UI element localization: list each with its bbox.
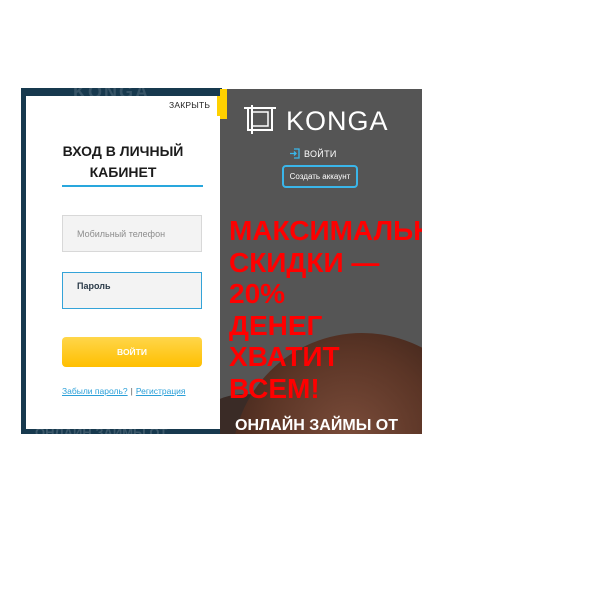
headline-line-2: СКИДКИ — (229, 246, 380, 278)
auth-links: Забыли пароль? | Регистрация (62, 386, 186, 396)
login-title: ВХОД В ЛИЧНЫЙ КАБИНЕТ (26, 141, 220, 183)
promo-headline: МАКСИМАЛЬН СКИДКИ — 20% ДЕНЕГ ХВАТИТ ВСЕ… (229, 215, 422, 404)
square-frame-icon (244, 105, 276, 134)
promo-panel: KONGA ВОЙТИ Создать аккаунт МАКСИМАЛЬН С… (220, 89, 422, 434)
forgot-password-link[interactable]: Забыли пароль? (62, 386, 128, 396)
login-modal-backdrop: KONGA ОНЛАЙН ЗАЙМЫ ОТ ЗАКРЫТЬ ВХОД В ЛИЧ… (21, 88, 222, 434)
phone-input[interactable]: Мобильный телефон (62, 215, 202, 252)
header-login-link[interactable]: ВОЙТИ (289, 148, 337, 159)
create-account-button[interactable]: Создать аккаунт (282, 165, 358, 188)
close-button[interactable]: ЗАКРЫТЬ (169, 100, 210, 110)
logo-text: KONGA (286, 106, 389, 136)
header-login-label: ВОЙТИ (304, 149, 337, 159)
promo-subheadline: ОНЛАЙН ЗАЙМЫ ОТ (235, 417, 399, 434)
promo-accent-bar (220, 89, 227, 119)
headline-line-1: МАКСИМАЛЬН (229, 215, 422, 246)
password-placeholder: Пароль (77, 281, 111, 291)
login-submit-button[interactable]: ВОЙТИ (62, 337, 202, 367)
headline-line-5: ХВАТИТ (229, 341, 340, 372)
headline-line-4: ДЕНЕГ (229, 309, 323, 341)
link-separator: | (130, 386, 133, 396)
password-input[interactable]: Пароль (62, 272, 202, 309)
konga-logo[interactable]: KONGA (243, 105, 422, 136)
headline-line-6: ВСЕМ! (229, 372, 320, 404)
login-title-line2: КАБИНЕТ (89, 164, 157, 180)
login-title-line1: ВХОД В ЛИЧНЫЙ (62, 143, 184, 159)
registration-link[interactable]: Регистрация (136, 386, 186, 396)
login-card: ЗАКРЫТЬ ВХОД В ЛИЧНЫЙ КАБИНЕТ Мобильный … (26, 96, 222, 429)
headline-line-3: 20% (229, 278, 286, 309)
login-arrow-icon (290, 148, 300, 159)
phone-placeholder: Мобильный телефон (77, 229, 166, 239)
title-underline (62, 185, 203, 187)
